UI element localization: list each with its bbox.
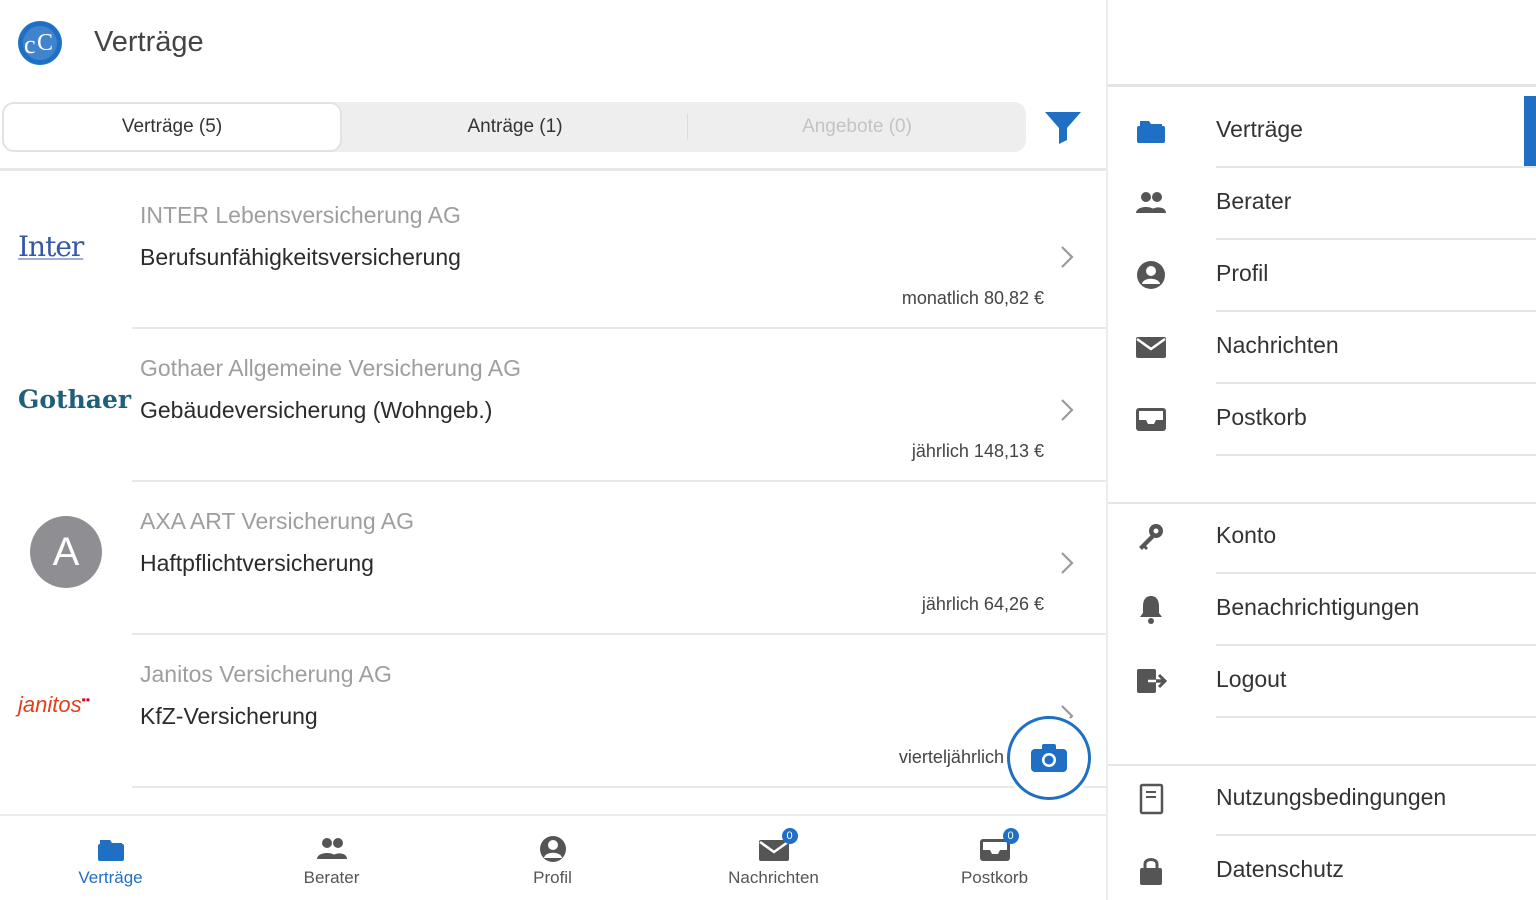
side-drawer: Verträge Berater Profil Nachrichten Post… — [1106, 0, 1536, 900]
drawer-item-label: Profil — [1216, 260, 1269, 286]
product-name: Haftpflichtversicherung — [140, 550, 374, 576]
drawer-item-label: Nutzungsbedingungen — [1216, 784, 1447, 810]
contracts-screen: c C Verträge Verträge (5) Anträge (1) An… — [0, 0, 1106, 900]
product-name: Gebäudeversicherung (Wohngeb.) — [140, 397, 493, 423]
people-icon — [1134, 186, 1168, 220]
nav-label: Verträge — [78, 868, 143, 887]
camera-button[interactable] — [1007, 716, 1091, 800]
unread-badge: 0 — [1002, 828, 1019, 844]
nav-tab-profile[interactable]: Profil — [442, 816, 663, 900]
contract-item[interactable]: janitos▪▪ Janitos Versicherung AG KfZ-Ve… — [0, 635, 1106, 788]
insurer-logo: A — [18, 516, 114, 588]
gothaer-logo: Gothaer — [18, 384, 132, 414]
drawer-item-advisor[interactable]: Berater — [1108, 168, 1536, 240]
divider — [1216, 454, 1536, 456]
contract-item[interactable]: Gothaer Gothaer Allgemeine Versicherung … — [0, 329, 1106, 482]
nav-label: Berater — [303, 868, 360, 887]
insurer-name: Janitos Versicherung AG — [140, 661, 392, 687]
insurer-logo: janitos▪▪ — [18, 675, 114, 735]
svg-text:C: C — [37, 30, 53, 56]
product-name: KfZ-Versicherung — [140, 703, 318, 729]
drawer-item-terms[interactable]: Nutzungsbedingungen — [1108, 764, 1536, 836]
app-header: c C Verträge — [0, 0, 1106, 88]
nav-label: Nachrichten — [728, 868, 819, 887]
divider — [0, 168, 1106, 171]
insurer-logo: Inter — [18, 216, 114, 276]
inbox-icon — [1134, 402, 1168, 436]
divider — [1216, 716, 1536, 718]
folder-icon — [1134, 114, 1168, 148]
insurer-name: AXA ART Versicherung AG — [140, 508, 415, 534]
drawer-item-logout[interactable]: Logout — [1108, 646, 1536, 718]
drawer-item-profile[interactable]: Profil — [1108, 240, 1536, 312]
contract-price: jährlich 148,13 € — [911, 441, 1044, 461]
filter-button[interactable] — [1040, 106, 1086, 148]
svg-text:c: c — [24, 30, 36, 59]
inter-logo: Inter — [18, 229, 84, 263]
mail-icon: 0 — [756, 828, 798, 864]
filter-icon — [1045, 112, 1081, 144]
segment-control: Verträge (5) Anträge (1) Angebote (0) — [2, 102, 1026, 152]
inbox-icon: 0 — [977, 828, 1019, 864]
person-icon — [1134, 258, 1168, 292]
lock-icon — [1134, 854, 1168, 888]
contract-price: monatlich 80,82 € — [901, 288, 1044, 308]
drawer-item-notifications[interactable]: Benachrichtigungen — [1108, 574, 1536, 646]
camera-icon — [1031, 744, 1067, 772]
drawer-item-contracts[interactable]: Verträge — [1108, 96, 1536, 168]
nav-label: Postkorb — [960, 868, 1029, 887]
insurer-name: Gothaer Allgemeine Versicherung AG — [140, 355, 522, 381]
drawer-item-label: Konto — [1216, 522, 1277, 548]
nav-tab-contracts[interactable]: Verträge — [0, 816, 221, 900]
insurer-logo: Gothaer — [18, 369, 131, 429]
segment-offers[interactable]: Angebote (0) — [688, 102, 1026, 152]
nav-label: Profil — [533, 868, 572, 887]
drawer-item-label: Nachrichten — [1216, 332, 1339, 358]
chevron-right-icon — [1061, 552, 1074, 574]
avatar: A — [30, 516, 102, 588]
unread-badge: 0 — [781, 828, 798, 844]
drawer-item-messages[interactable]: Nachrichten — [1108, 312, 1536, 384]
drawer-item-label: Verträge — [1216, 116, 1303, 142]
logout-icon — [1134, 664, 1168, 698]
nav-tab-advisor[interactable]: Berater — [221, 816, 442, 900]
mail-icon — [1134, 330, 1168, 364]
contract-item[interactable]: Inter INTER Lebensversicherung AG Berufs… — [0, 176, 1106, 329]
janitos-logo: janitos▪▪ — [18, 692, 91, 717]
drawer-item-privacy[interactable]: Datenschutz — [1108, 836, 1536, 900]
drawer-item-account[interactable]: Konto — [1108, 502, 1536, 574]
document-icon — [1134, 782, 1168, 816]
app-logo: c C — [16, 20, 64, 66]
contract-item[interactable]: A AXA ART Versicherung AG Haftpflichtver… — [0, 482, 1106, 635]
insurer-name: INTER Lebensversicherung AG — [140, 202, 461, 228]
drawer-item-label: Postkorb — [1216, 404, 1307, 430]
folder-icon — [93, 834, 129, 864]
contract-price: jährlich 64,26 € — [921, 594, 1044, 614]
drawer-item-label: Logout — [1216, 666, 1287, 692]
drawer-item-label: Datenschutz — [1216, 856, 1344, 882]
drawer-item-inbox[interactable]: Postkorb — [1108, 384, 1536, 456]
key-icon — [1134, 520, 1168, 554]
people-icon — [314, 834, 350, 864]
page-title: Verträge — [94, 26, 204, 58]
segment-contracts[interactable]: Verträge (5) — [2, 102, 342, 152]
bell-icon — [1134, 592, 1168, 626]
chevron-right-icon — [1061, 246, 1074, 268]
drawer-item-label: Berater — [1216, 188, 1292, 214]
nav-tab-messages[interactable]: 0 Nachrichten — [663, 816, 884, 900]
segment-applications[interactable]: Anträge (1) — [344, 102, 686, 152]
divider — [132, 786, 1106, 788]
chevron-right-icon — [1061, 399, 1074, 421]
drawer-item-label: Benachrichtigungen — [1216, 594, 1420, 620]
divider — [1108, 84, 1536, 87]
bottom-nav: Verträge Berater Profil 0 Nachrichten 0 — [0, 814, 1106, 900]
person-icon — [535, 834, 571, 864]
product-name: Berufsunfähigkeitsversicherung — [140, 244, 461, 270]
nav-tab-inbox[interactable]: 0 Postkorb — [884, 816, 1105, 900]
